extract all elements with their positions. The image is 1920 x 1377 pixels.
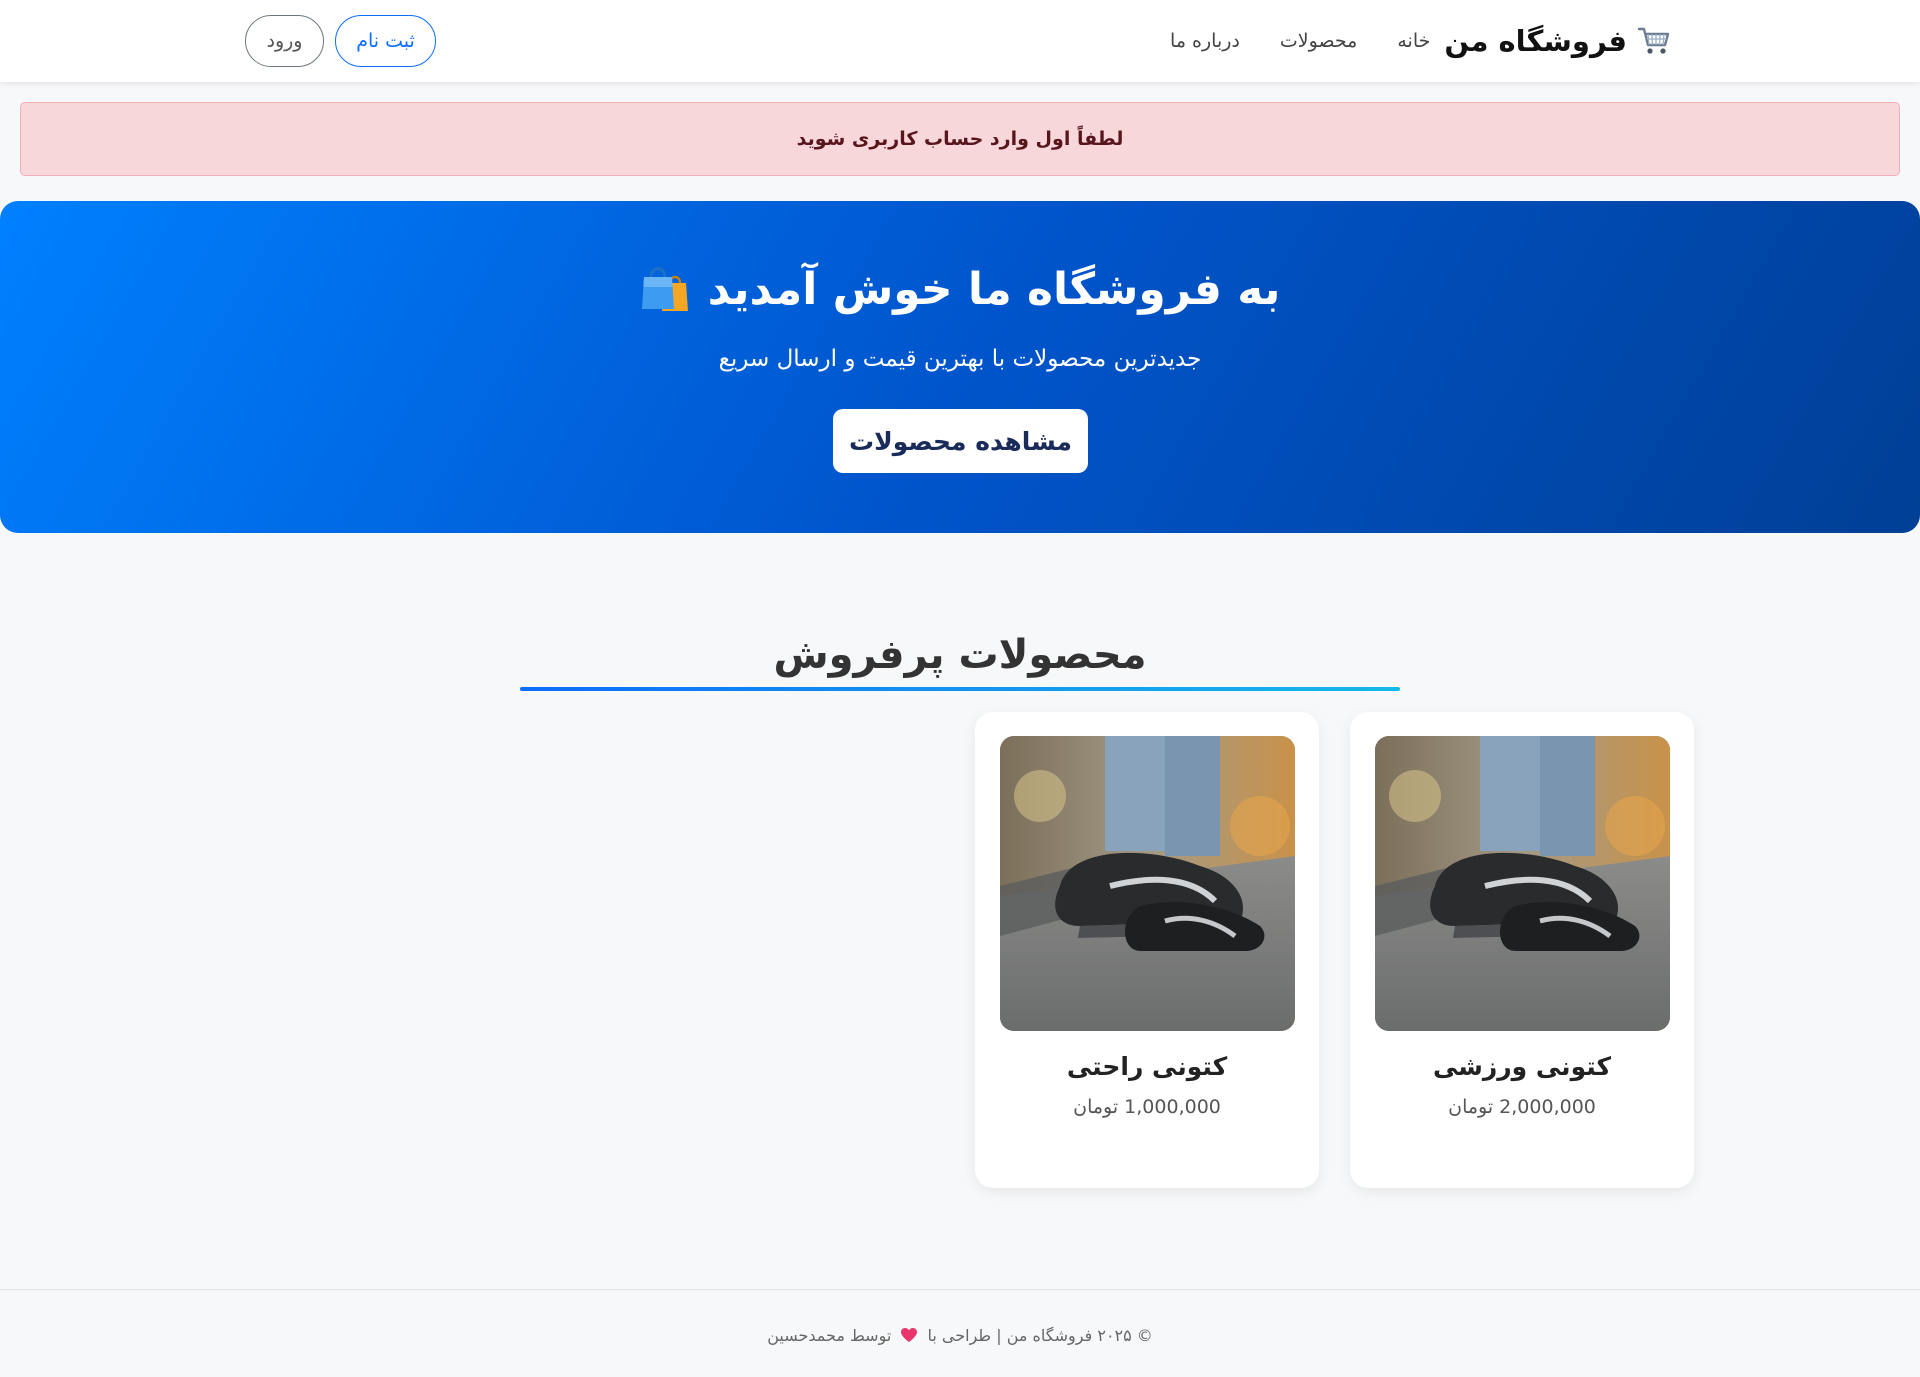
section-title: محصولات پرفروش (773, 632, 1147, 678)
view-products-button[interactable]: مشاهده محصولات (833, 409, 1088, 473)
nav-link-about[interactable]: درباره ما (1170, 30, 1240, 52)
hero-title-row: به فروشگاه ما خوش آمدید (0, 263, 1920, 315)
alert-message: لطفاً اول وارد حساب کاربری شوید (796, 128, 1124, 150)
navbar: ورود ثبت نام فروشگاه من خانه محصولات درب… (0, 0, 1920, 82)
hero-title: به فروشگاه ما خوش آمدید (707, 263, 1281, 315)
footer: © ۲۰۲۵ فروشگاه من | طراحی با توسط محمدحس… (0, 1289, 1920, 1377)
product-image[interactable] (1375, 736, 1670, 1031)
product-price: 1,000,000 تومان (1073, 1096, 1221, 1118)
brand[interactable]: فروشگاه من (1444, 24, 1671, 58)
product-name[interactable]: کتونی راحتی (975, 1052, 1319, 1081)
shopping-bags-icon (640, 263, 692, 315)
product-name[interactable]: کتونی ورزشی (1350, 1052, 1694, 1081)
hero-banner: به فروشگاه ما خوش آمدید جدیدترین محصولات… (0, 201, 1920, 533)
product-card[interactable]: کتونی ورزشی 2,000,000 تومان (1350, 712, 1694, 1188)
hero-subtitle: جدیدترین محصولات با بهترین قیمت و ارسال … (718, 346, 1202, 372)
nav-link-home[interactable]: خانه (1397, 30, 1430, 52)
nav-link-products[interactable]: محصولات (1280, 30, 1357, 52)
shopping-cart-icon (1637, 26, 1671, 56)
nav-links: خانه محصولات درباره ما (1130, 30, 1430, 52)
footer-author: توسط محمدحسین (767, 1326, 892, 1345)
login-button[interactable]: ورود (245, 15, 324, 67)
heart-icon (900, 1327, 918, 1343)
register-button[interactable]: ثبت نام (335, 15, 436, 67)
nav-right: فروشگاه من خانه محصولات درباره ما (1130, 24, 1671, 58)
footer-copyright: © ۲۰۲۵ فروشگاه من | طراحی با (927, 1326, 1153, 1345)
footer-text: © ۲۰۲۵ فروشگاه من | طراحی با توسط محمدحس… (0, 1326, 1920, 1345)
product-price: 2,000,000 تومان (1448, 1096, 1596, 1118)
login-required-alert: لطفاً اول وارد حساب کاربری شوید (20, 102, 1900, 176)
navbar-inner: ورود ثبت نام فروشگاه من خانه محصولات درب… (245, 0, 1671, 82)
product-card[interactable]: کتونی راحتی 1,000,000 تومان (975, 712, 1319, 1188)
brand-name: فروشگاه من (1444, 24, 1627, 58)
section-underline (520, 687, 1400, 691)
auth-buttons: ورود ثبت نام (245, 15, 436, 67)
product-image[interactable] (1000, 736, 1295, 1031)
